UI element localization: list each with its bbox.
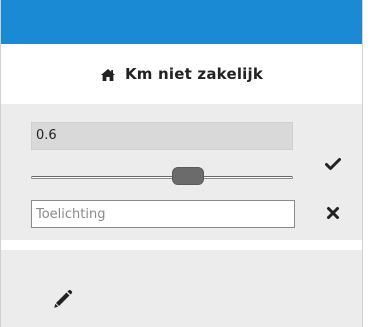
top-bar <box>1 0 362 44</box>
cancel-button[interactable] <box>324 204 342 222</box>
page-header: Km niet zakelijk <box>1 44 362 104</box>
panel: Km niet zakelijk 0.6 <box>0 0 363 327</box>
confirm-button[interactable] <box>324 155 342 173</box>
note-input[interactable] <box>31 200 295 228</box>
footer-bar <box>1 250 362 327</box>
value-display: 0.6 <box>31 122 293 150</box>
pencil-icon <box>54 289 73 308</box>
form-area: 0.6 <box>1 104 362 240</box>
section-divider <box>1 240 362 250</box>
page-title: Km niet zakelijk <box>124 65 264 83</box>
home-icon[interactable] <box>100 67 116 81</box>
slider-track[interactable] <box>31 176 293 179</box>
slider-thumb[interactable] <box>172 167 205 185</box>
check-icon <box>325 158 341 170</box>
close-icon <box>327 207 339 219</box>
edit-button[interactable] <box>51 287 75 311</box>
value-slider[interactable] <box>31 166 293 188</box>
